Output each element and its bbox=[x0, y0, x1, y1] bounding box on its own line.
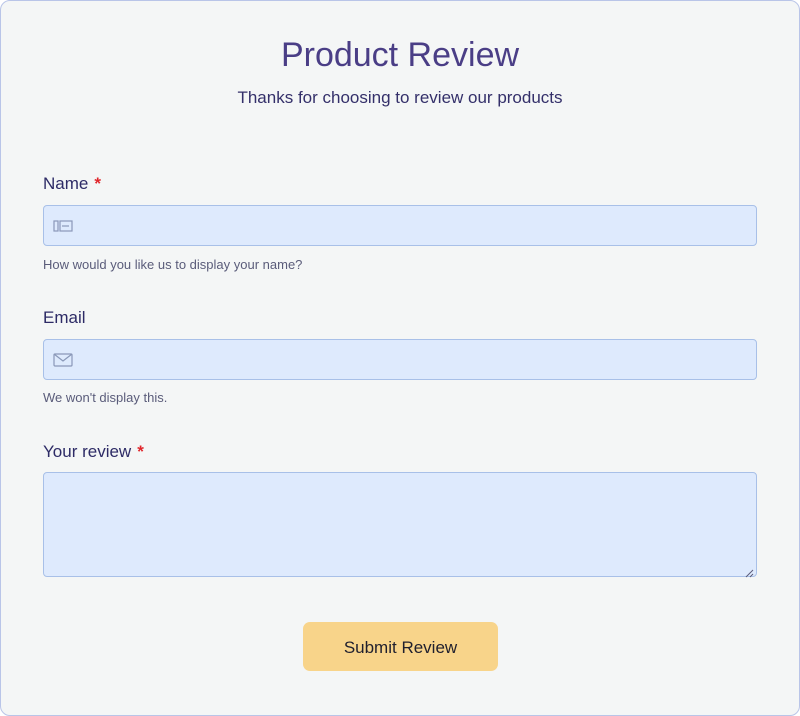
resize-grip-icon[interactable] bbox=[745, 565, 754, 578]
name-label: Name * bbox=[43, 173, 101, 195]
email-field[interactable] bbox=[43, 339, 757, 380]
name-input[interactable] bbox=[82, 206, 746, 245]
envelope-icon bbox=[53, 351, 73, 369]
name-help-text: How would you like us to display your na… bbox=[43, 257, 303, 272]
page-subtitle: Thanks for choosing to review our produc… bbox=[237, 88, 563, 107]
email-input[interactable] bbox=[82, 340, 746, 379]
review-label-text: Your review bbox=[43, 442, 132, 461]
id-card-icon bbox=[53, 217, 73, 235]
page-title: Product Review bbox=[280, 36, 520, 74]
submit-review-button[interactable]: Submit Review bbox=[303, 622, 498, 671]
review-label: Your review * bbox=[43, 441, 144, 463]
email-help-text: We won't display this. bbox=[43, 390, 168, 405]
name-label-text: Name bbox=[43, 174, 89, 193]
name-required-marker: * bbox=[94, 174, 101, 193]
name-field[interactable] bbox=[43, 205, 757, 246]
review-field[interactable] bbox=[43, 472, 757, 578]
review-form-card: Product Review Thanks for choosing to re… bbox=[0, 0, 800, 716]
email-label-text: Email bbox=[43, 308, 86, 327]
review-required-marker: * bbox=[137, 442, 144, 461]
email-label: Email bbox=[43, 307, 86, 329]
review-textarea[interactable] bbox=[44, 473, 756, 576]
